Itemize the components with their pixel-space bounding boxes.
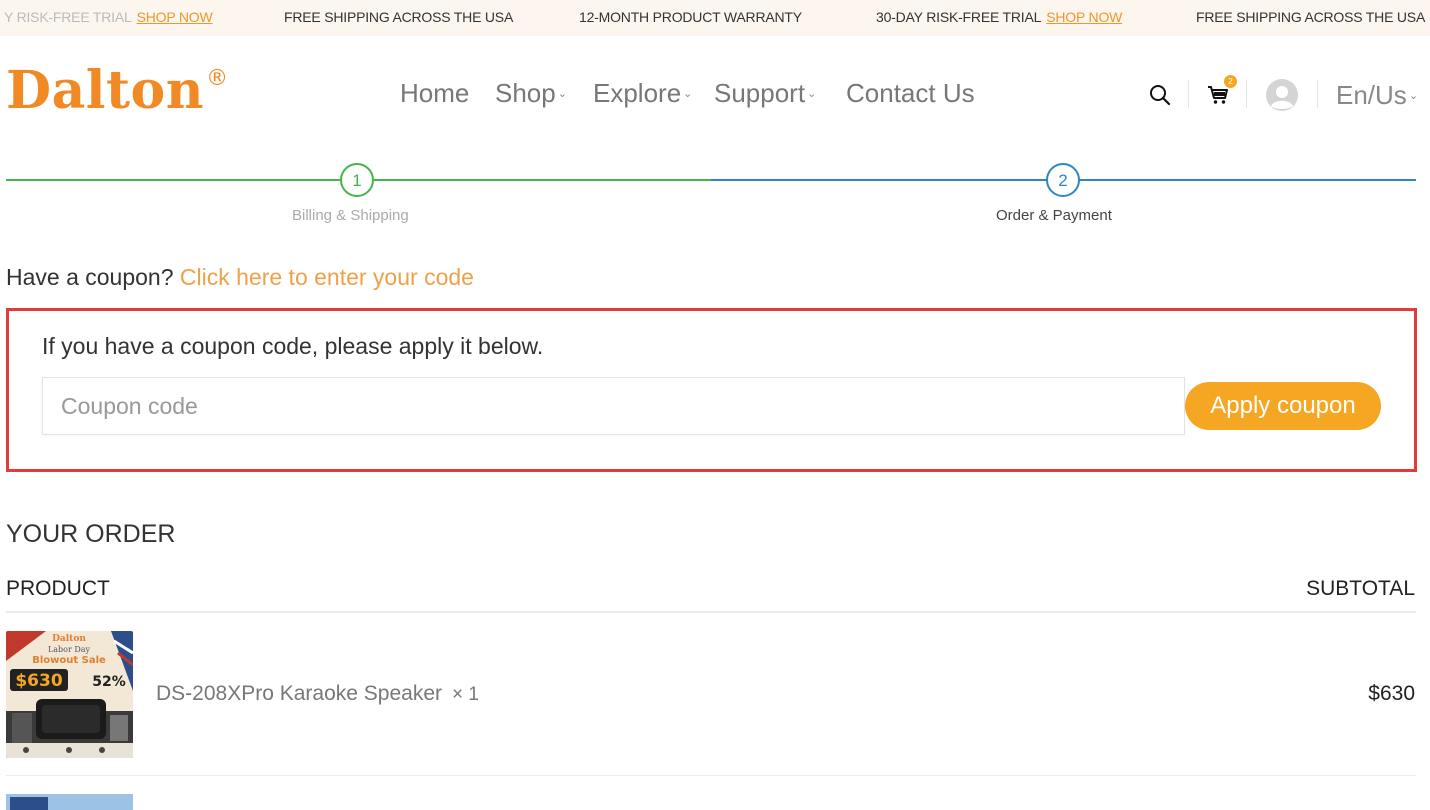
promo-item-shipping: FREE SHIPPING ACROSS THE USA	[1196, 9, 1425, 25]
search-button[interactable]	[1149, 84, 1171, 111]
nav-label: Support	[714, 78, 806, 108]
enter-coupon-link[interactable]: Click here to enter your code	[180, 264, 474, 290]
product-thumbnail[interactable]	[6, 794, 133, 810]
step-1-circle[interactable]: 1	[340, 163, 374, 197]
chevron-down-icon: ⌄	[807, 87, 817, 100]
thumb-discount: 52%	[92, 674, 126, 690]
header-divider	[1188, 80, 1189, 108]
row-divider	[6, 775, 1416, 776]
order-section-title: YOUR ORDER	[6, 520, 176, 548]
promo-shop-now-link[interactable]: SHOP NOW	[137, 9, 213, 25]
product-promo-image: Dalton Labor Day Blowout Sale $630 52%	[6, 631, 133, 758]
thumb-brand: Dalton	[52, 634, 86, 644]
step-2-circle: 2	[1046, 163, 1080, 197]
step-1-label: Billing & Shipping	[292, 207, 409, 224]
promo-item-shipping: FREE SHIPPING ACROSS THE USA	[284, 9, 513, 25]
promo-item-trial: 30-DAY RISK-FREE TRIAL SHOP NOW	[876, 9, 1122, 25]
nav-support[interactable]: Support ⌄	[714, 78, 816, 109]
product-quantity: × 1	[452, 684, 479, 705]
search-icon	[1150, 85, 1171, 106]
promo-text: FREE SHIPPING ACROSS THE USA	[1196, 9, 1426, 25]
cart-count-badge: 2	[1224, 75, 1237, 88]
logo-text: Dalton	[6, 60, 205, 121]
language-label: En/Us	[1336, 80, 1407, 110]
nav-label: Shop	[495, 78, 556, 108]
chevron-down-icon: ⌄	[1408, 89, 1419, 102]
apply-coupon-button[interactable]: Apply coupon	[1185, 382, 1381, 430]
language-selector[interactable]: En/Us ⌄	[1336, 80, 1418, 111]
coupon-question: Have a coupon?	[6, 264, 174, 290]
coupon-description: If you have a coupon code, please apply …	[42, 333, 544, 359]
promo-text: 30-DAY RISK-FREE TRIAL	[876, 9, 1042, 25]
account-button[interactable]	[1266, 79, 1298, 116]
promo-text: Y RISK-FREE TRIAL	[4, 9, 132, 25]
nav-contact[interactable]: Contact Us	[846, 78, 975, 109]
nav-label: Home	[400, 78, 470, 108]
coupon-code-input[interactable]	[42, 377, 1185, 435]
nav-home[interactable]: Home	[400, 78, 469, 109]
product-subtotal: $630	[1368, 682, 1415, 705]
product-promo-image	[6, 794, 133, 810]
chevron-down-icon: ⌄	[557, 87, 567, 100]
thumb-line2: Blowout Sale	[32, 655, 106, 666]
promo-shop-now-link[interactable]: SHOP NOW	[1046, 9, 1122, 25]
step-2-label: Order & Payment	[996, 207, 1112, 224]
promo-item-trial: Y RISK-FREE TRIAL SHOP NOW	[4, 9, 213, 25]
cart-button[interactable]	[1207, 84, 1229, 111]
header-divider	[1246, 80, 1247, 108]
column-header-product: PRODUCT	[6, 577, 110, 600]
thumb-price: $630	[15, 671, 62, 691]
table-header-divider	[6, 611, 1416, 613]
promo-text: FREE SHIPPING ACROSS THE USA	[284, 9, 514, 25]
header-divider	[1317, 80, 1318, 108]
column-header-subtotal: SUBTOTAL	[1306, 577, 1415, 600]
promo-bar: Y RISK-FREE TRIAL SHOP NOW FREE SHIPPING …	[0, 0, 1430, 36]
promo-text: 12-MONTH PRODUCT WARRANTY	[579, 9, 802, 25]
promo-item-warranty: 12-MONTH PRODUCT WARRANTY	[579, 9, 802, 25]
brand-logo[interactable]: Dalton®	[6, 60, 229, 121]
coupon-prompt: Have a coupon? Click here to enter your …	[6, 264, 474, 291]
nav-explore[interactable]: Explore ⌄	[593, 78, 692, 109]
cart-icon	[1208, 86, 1228, 104]
nav-label: Explore	[593, 78, 682, 108]
product-thumbnail[interactable]: Dalton Labor Day Blowout Sale $630 52%	[6, 631, 133, 758]
chevron-down-icon: ⌄	[683, 87, 693, 100]
product-name-line: DS-208XPro Karaoke Speaker × 1	[156, 682, 479, 706]
user-avatar-icon	[1266, 79, 1298, 111]
thumb-line1: Labor Day	[48, 645, 91, 654]
product-name: DS-208XPro Karaoke Speaker	[156, 682, 442, 705]
nav-label: Contact Us	[846, 78, 975, 108]
registered-mark: ®	[206, 66, 229, 91]
coupon-form: If you have a coupon code, please apply …	[6, 308, 1417, 472]
nav-shop[interactable]: Shop ⌄	[495, 78, 567, 109]
